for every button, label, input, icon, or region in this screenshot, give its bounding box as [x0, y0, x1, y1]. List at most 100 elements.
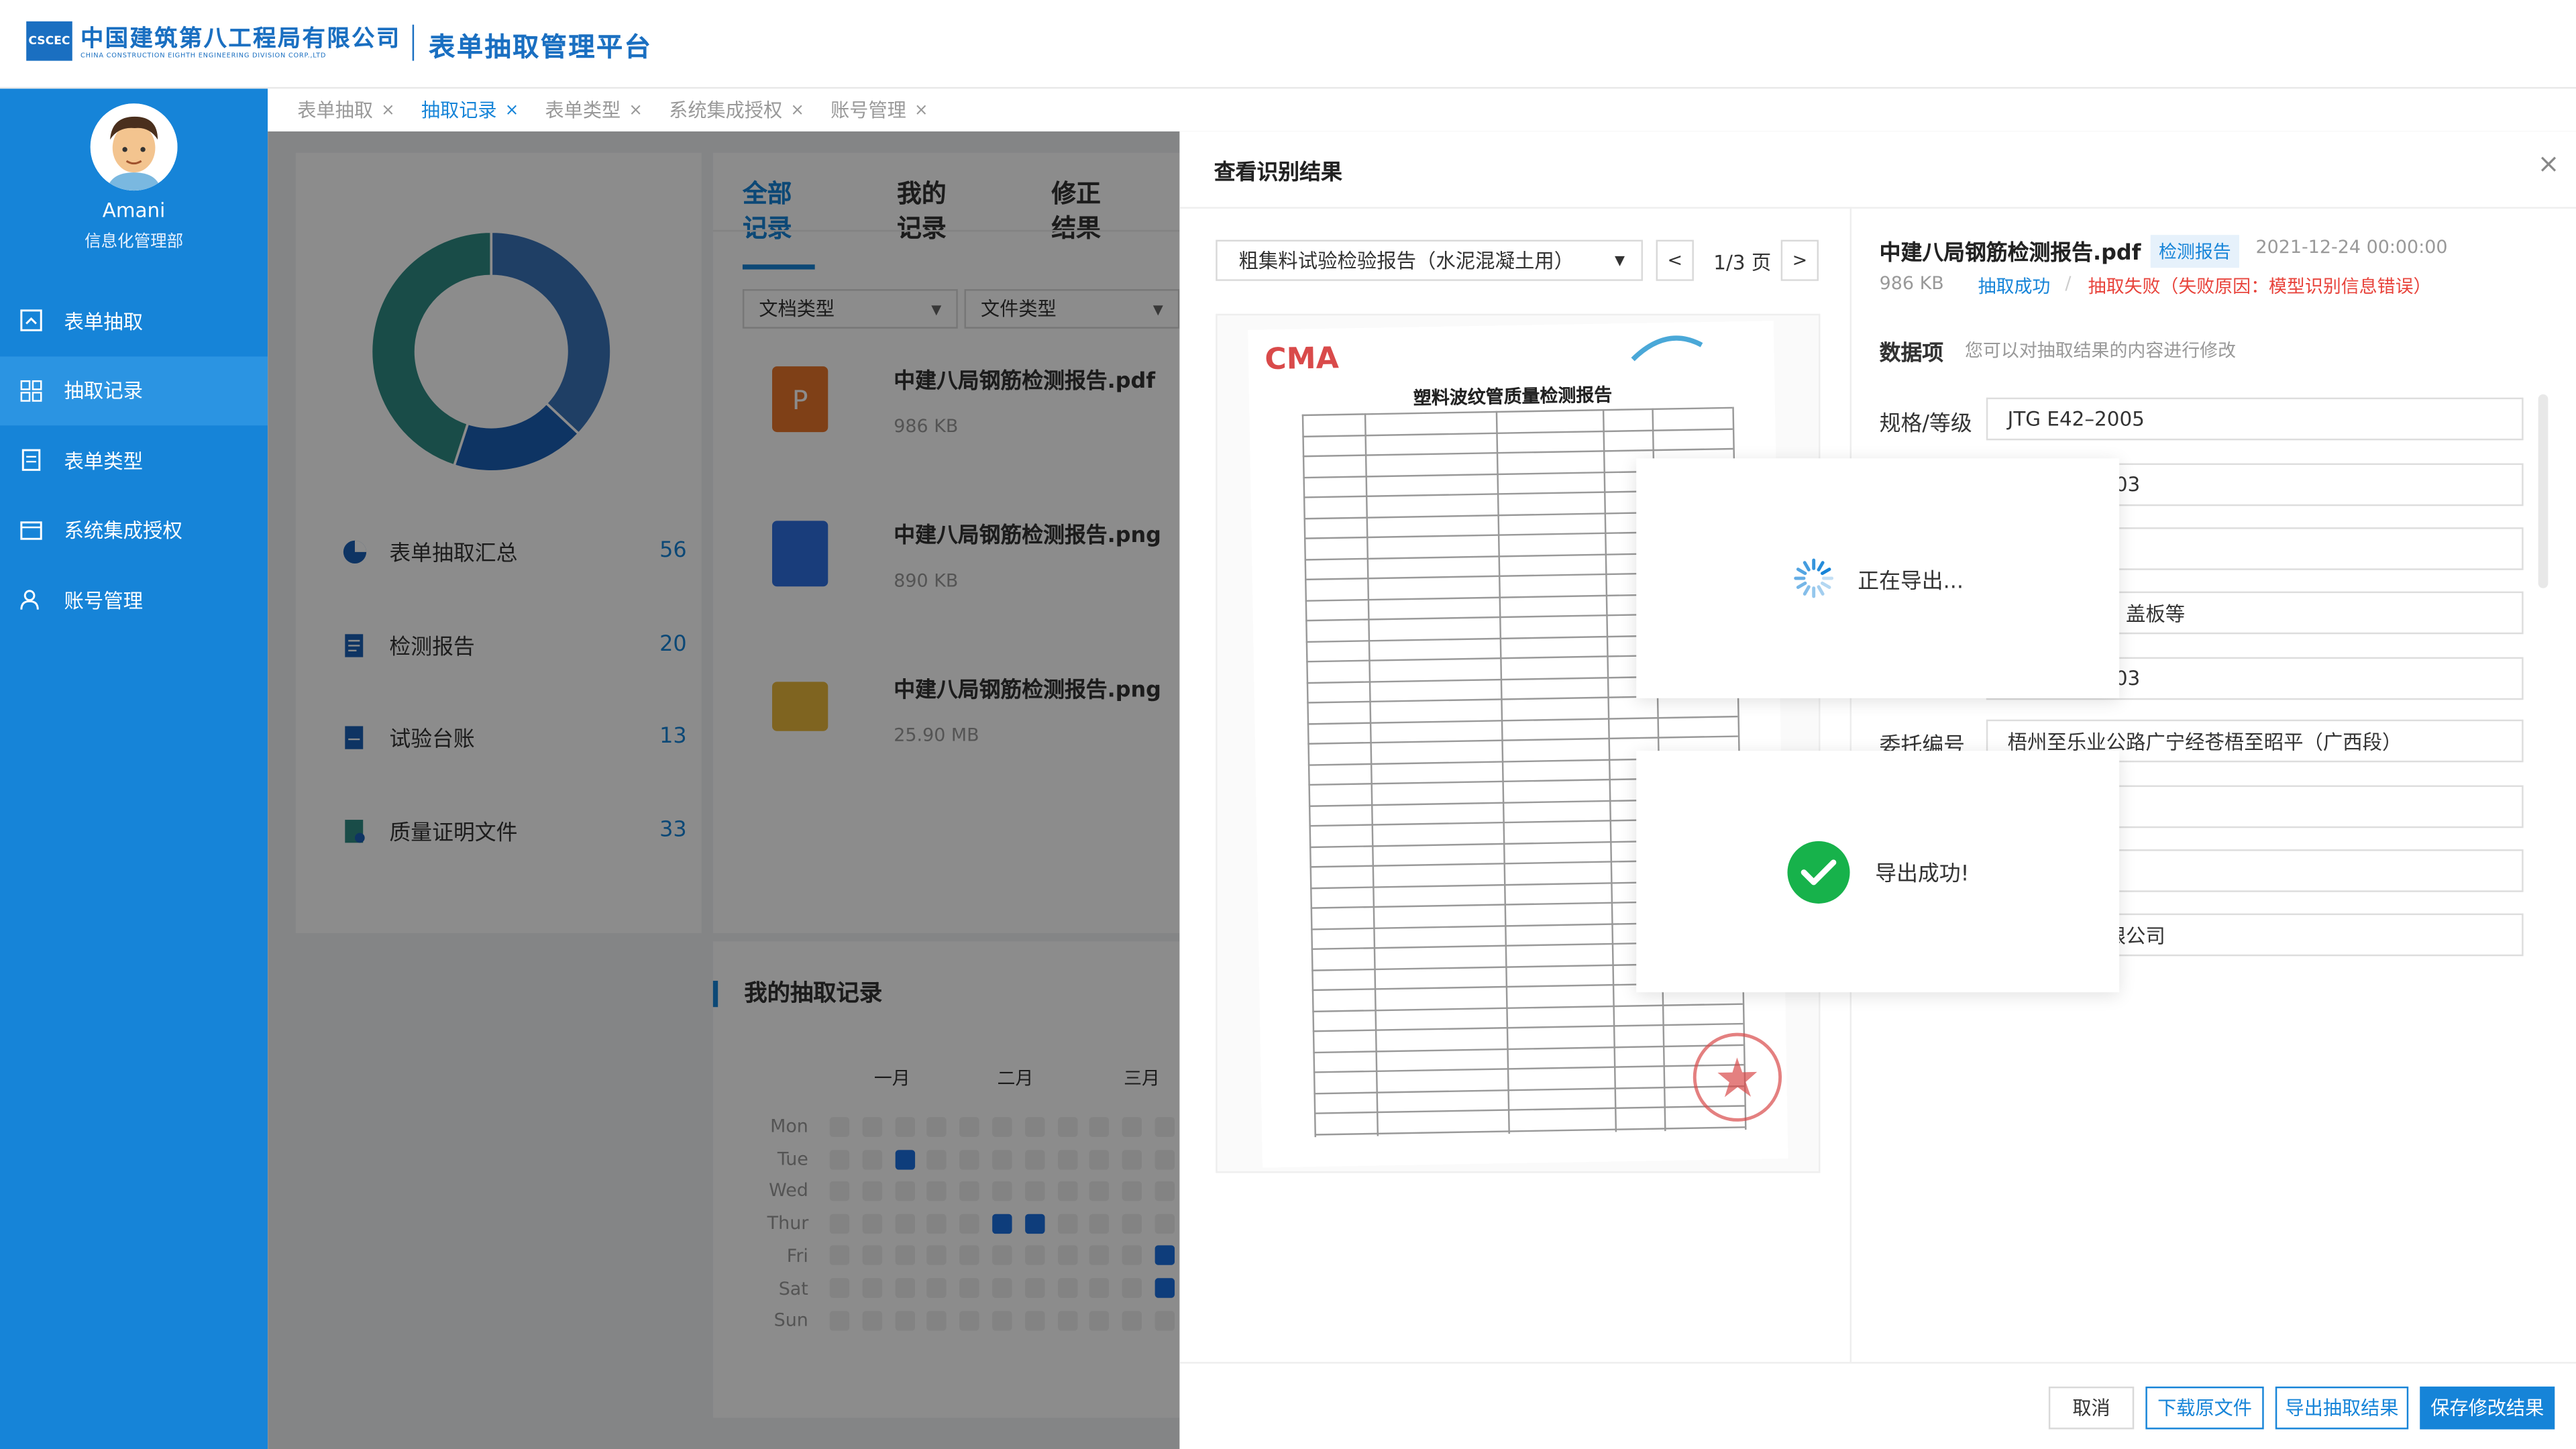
scrollbar[interactable]	[2538, 394, 2548, 588]
table-line	[1301, 414, 1317, 1138]
next-page-button[interactable]: >	[1780, 239, 1819, 281]
tab-extract-records[interactable]: 抽取记录 ×	[421, 97, 519, 123]
table-line	[1312, 1002, 1743, 1012]
status-success: 抽取成功	[1978, 276, 2051, 298]
spinner-tick	[1817, 585, 1825, 596]
status-separator: /	[2065, 272, 2072, 294]
toast-message: 导出成功!	[1875, 862, 1970, 888]
tab-form-types[interactable]: 表单类型 ×	[545, 97, 643, 123]
company-name-en: CHINA CONSTRUCTION EIGHTH ENGINEERING DI…	[80, 50, 327, 60]
drawer-title: 查看识别结果	[1214, 161, 1342, 186]
field-input[interactable]: JTG E42–2005	[1986, 397, 2524, 441]
tab-account[interactable]: 账号管理 ×	[830, 97, 928, 123]
check-circle-icon	[1788, 840, 1851, 903]
drawer-footer: 取消 下载原文件 导出抽取结果 保存修改结果	[1179, 1362, 2576, 1449]
app-header: CSCEC 中国建筑第八工程局有限公司 CHINA CONSTRUCTION E…	[0, 0, 2576, 89]
spinner-tick	[1803, 561, 1811, 572]
status-failure: 抽取失败（失败原因：模型识别信息错误）	[2088, 276, 2432, 298]
tab-label: 表单抽取	[297, 98, 373, 122]
field-row: 规格/等级 JTG E42–2005	[1879, 397, 2524, 442]
svg-text:CMA: CMA	[1265, 341, 1339, 376]
tab-form-extract[interactable]: 表单抽取 ×	[297, 97, 394, 123]
table-line	[1313, 1105, 1745, 1114]
company-name: 中国建筑第八工程局有限公司	[80, 26, 401, 53]
save-changes-button[interactable]: 保存修改结果	[2420, 1386, 2555, 1430]
section-hint: 您可以对抽取结果的内容进行修改	[1964, 339, 2237, 362]
table-line	[1313, 1043, 1743, 1053]
spinner-tick	[1803, 585, 1811, 596]
download-original-button[interactable]: 下载原文件	[2145, 1386, 2264, 1430]
document-select[interactable]: 粗集料试验检验报告（水泥混凝土用） ▼	[1216, 239, 1643, 281]
page-indicator: 1/3 页	[1713, 251, 1772, 274]
select-value: 粗集料试验检验报告（水泥混凝土用）	[1238, 250, 1574, 273]
tab-label: 账号管理	[830, 98, 906, 122]
doc-type-badge: 检测报告	[2150, 235, 2239, 268]
sidebar-item-label: 系统集成授权	[64, 519, 182, 543]
company-logo: CSCEC	[26, 21, 72, 61]
close-icon[interactable]: ×	[505, 101, 519, 119]
spinner-tick	[1796, 581, 1807, 589]
sidebar-item-form-extract[interactable]: 表单抽取	[0, 286, 268, 356]
close-icon[interactable]: ×	[629, 101, 643, 119]
chevron-down-icon: ▼	[1614, 253, 1625, 268]
table-line	[1312, 1022, 1743, 1032]
sidebar-item-label: 账号管理	[64, 589, 144, 612]
field-label: 规格/等级	[1879, 412, 1972, 437]
user-dept: 信息化管理部	[85, 233, 184, 252]
cma-stamp-icon: CMA	[1265, 341, 1339, 376]
lab-logo-icon	[1631, 335, 1703, 362]
table-line	[1364, 413, 1379, 1136]
table-line	[1307, 714, 1738, 724]
platform-title: 表单抽取管理平台	[429, 31, 653, 63]
tab-system-auth[interactable]: 系统集成授权 ×	[669, 97, 804, 123]
table-line	[1314, 1125, 1746, 1135]
table-line	[1302, 427, 1733, 437]
spinner-icon	[1793, 558, 1833, 598]
sidebar-item-form-types[interactable]: 表单类型	[0, 425, 268, 495]
exporting-toast: 正在导出...	[1636, 458, 2120, 698]
sidebar-nav: 表单抽取 抽取记录 表单类型 系统集成授权 账号管理	[0, 286, 268, 635]
sidebar-item-extract-records[interactable]: 抽取记录	[0, 356, 268, 426]
table-line	[1495, 411, 1510, 1134]
report-title: 塑料波纹管质量检测报告	[1413, 384, 1613, 409]
system-icon	[20, 521, 42, 540]
close-icon[interactable]: ×	[914, 101, 928, 119]
table-line	[1313, 1084, 1744, 1094]
table-line	[1313, 1064, 1744, 1073]
sidebar-item-account[interactable]: 账号管理	[0, 565, 268, 635]
tab-label: 系统集成授权	[669, 98, 783, 122]
toast-message: 正在导出...	[1858, 569, 1964, 594]
table-line	[1307, 735, 1738, 745]
spinner-tick	[1817, 561, 1825, 572]
sidebar: Amani 信息化管理部 表单抽取 抽取记录 表单类型 系统集成授权 账号管理	[0, 89, 268, 1449]
tab-bar: 表单抽取 × 抽取记录 × 表单类型 × 系统集成授权 × 账号管理 ×	[268, 89, 2576, 131]
avatar[interactable]	[90, 103, 178, 191]
header-divider	[412, 24, 415, 61]
success-toast: 导出成功!	[1636, 751, 2120, 993]
spinner-tick	[1820, 581, 1831, 589]
grid-icon	[20, 380, 42, 402]
close-icon[interactable]: ×	[381, 101, 395, 119]
cancel-button[interactable]: 取消	[2048, 1386, 2135, 1430]
prev-page-button[interactable]: <	[1656, 239, 1694, 281]
file-name: 中建八局钢筋检测报告.pdf	[1879, 241, 2141, 266]
close-icon[interactable]: ×	[2538, 148, 2560, 179]
form-extract-icon	[20, 310, 42, 332]
sidebar-item-system-auth[interactable]: 系统集成授权	[0, 495, 268, 565]
file-timestamp: 2021-12-24 00:00:00	[2255, 236, 2448, 258]
sidebar-item-label: 抽取记录	[64, 380, 144, 403]
divider	[1179, 207, 2576, 209]
spinner-tick	[1796, 568, 1807, 576]
section-title: 数据项	[1879, 341, 1944, 367]
export-results-button[interactable]: 导出抽取结果	[2275, 1386, 2409, 1430]
close-icon[interactable]: ×	[790, 101, 804, 119]
table-line	[1602, 409, 1617, 1132]
document-preview[interactable]: CMA 塑料波纹管质量检测报告	[1216, 313, 1821, 1173]
account-icon	[20, 590, 39, 610]
red-seal-icon	[1693, 1032, 1782, 1122]
tab-label: 抽取记录	[421, 98, 497, 122]
user-name: Amani	[102, 199, 166, 222]
tab-label: 表单类型	[545, 98, 621, 122]
sidebar-item-label: 表单抽取	[64, 310, 144, 333]
file-size: 986 KB	[1879, 272, 1944, 294]
